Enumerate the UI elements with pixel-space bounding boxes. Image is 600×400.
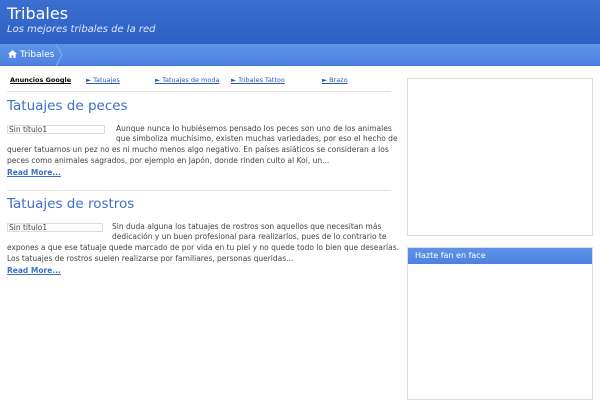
ad-link-brazo[interactable]: ► Brazo <box>322 76 348 84</box>
post-thumbnail[interactable]: Sin título1 <box>7 223 103 232</box>
divider <box>7 91 391 92</box>
breadcrumb-bar: Tribales <box>0 44 600 66</box>
site-title[interactable]: Tribales <box>7 4 68 23</box>
ads-label[interactable]: Anuncios Google <box>10 76 71 84</box>
fan-box-title: Hazte fan en face <box>408 248 592 264</box>
post-excerpt-line: Sin duda alguna los tatuajes de rostros … <box>112 222 382 231</box>
ad-link-tribales-tattoo[interactable]: ► Tribales Tattoo <box>231 76 285 84</box>
post-excerpt-line: Los tatuajes de rostros suelen realizars… <box>7 254 294 263</box>
post-excerpt-line: peces como animales sagrados, por ejempl… <box>7 156 330 165</box>
ad-link-tatuajes[interactable]: ► Tatuajes <box>86 76 120 84</box>
post-excerpt-line: dedicación y un buen profesional para re… <box>112 232 387 241</box>
post-thumbnail[interactable]: Sin título1 <box>7 125 105 134</box>
post-item: Tatuajes de rostros Sin título1 Sin duda… <box>7 196 400 280</box>
post-excerpt-line: expones a que ese tatuaje quede marcado … <box>7 243 400 252</box>
read-more-link[interactable]: Read More... <box>7 168 61 177</box>
post-excerpt-line: Aunque nunca lo hubiésemos pensado los p… <box>116 124 392 133</box>
sidebar-ad-box <box>407 78 593 236</box>
site-description: Los mejores tribales de la red <box>7 24 156 35</box>
post-excerpt-line: que simboliza muchísimo, existen muchas … <box>116 134 398 143</box>
breadcrumb-home-label: Tribales <box>20 50 55 60</box>
post-title[interactable]: Tatuajes de peces <box>7 98 391 114</box>
google-ad-links: Anuncios Google ► Tatuajes ► Tatuajes de… <box>10 76 390 88</box>
ad-link-tatuajes-de-moda[interactable]: ► Tatuajes de moda <box>155 76 219 84</box>
divider <box>7 190 391 191</box>
breadcrumb-separator-icon <box>56 44 63 66</box>
post-item: Tatuajes de peces Sin título1 Aunque nun… <box>7 98 398 182</box>
breadcrumb-home[interactable]: Tribales <box>0 44 64 66</box>
facebook-fan-box: Hazte fan en face <box>407 247 593 400</box>
read-more-link[interactable]: Read More... <box>7 266 61 275</box>
site-header: Tribales Los mejores tribales de la red <box>0 0 600 44</box>
home-icon <box>8 49 17 61</box>
post-title[interactable]: Tatuajes de rostros <box>7 196 391 212</box>
post-excerpt-line: querer tatuarnos un pez no es ni mucho m… <box>7 145 389 154</box>
